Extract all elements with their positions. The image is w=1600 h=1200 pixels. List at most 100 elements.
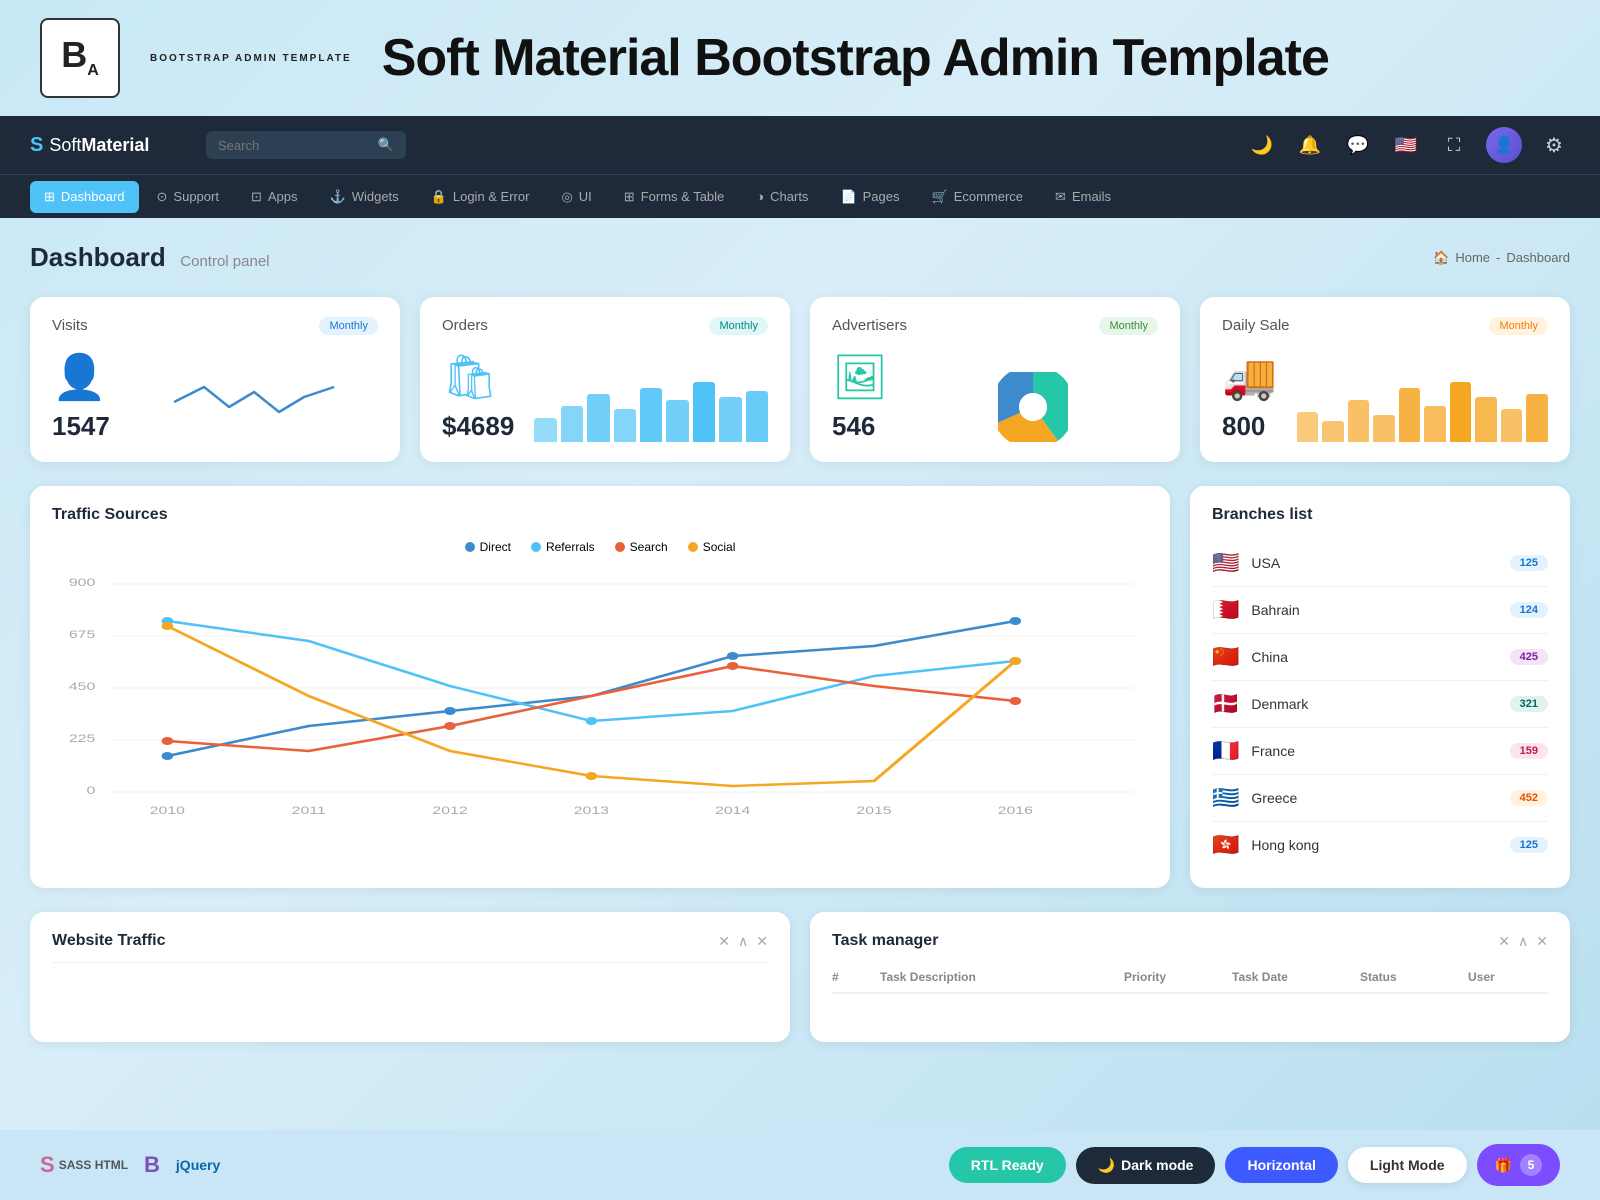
search-input[interactable]: [218, 138, 370, 153]
dark-mode-button[interactable]: 🌙 Dark mode: [1076, 1147, 1216, 1184]
branch-china: 🇨🇳 China 425: [1212, 634, 1548, 681]
branch-denmark: 🇩🇰 Denmark 321: [1212, 681, 1548, 728]
settings-icon[interactable]: ⚙: [1538, 129, 1570, 161]
nav-item-login[interactable]: 🔒 Login & Error: [417, 181, 544, 213]
stat-card-orders: Orders Monthly 🛍 $4689: [420, 297, 790, 462]
country-denmark: Denmark: [1251, 696, 1497, 712]
nav-item-forms[interactable]: ⊞ Forms & Table: [610, 181, 738, 213]
darkmode-icon[interactable]: 🌙: [1246, 129, 1278, 161]
stat-icon-advertisers: 🖼: [832, 351, 888, 403]
collapse-icon[interactable]: ✕: [718, 933, 730, 950]
breadcrumb: 🏠 Home - Dashboard: [1433, 250, 1570, 266]
traffic-chart: 900 675 450 225 0 2010 2011 2012 2013: [52, 566, 1148, 826]
svg-text:2010: 2010: [150, 804, 186, 816]
branch-hongkong: 🇭🇰 Hong kong 125: [1212, 822, 1548, 868]
nav-label-dashboard: Dashboard: [61, 189, 125, 204]
nav-item-pages[interactable]: 📄 Pages: [826, 181, 913, 213]
horizontal-button[interactable]: Horizontal: [1225, 1147, 1337, 1183]
expand-icon[interactable]: ∧: [738, 933, 748, 950]
fullscreen-icon[interactable]: ⛶: [1438, 129, 1470, 161]
language-icon[interactable]: 🇺🇸: [1390, 129, 1422, 161]
page-header: Dashboard Control panel 🏠 Home - Dashboa…: [30, 242, 1570, 273]
stat-label-orders: Orders: [442, 317, 488, 334]
rtl-ready-button[interactable]: RTL Ready: [949, 1147, 1066, 1183]
light-mode-button[interactable]: Light Mode: [1348, 1147, 1467, 1183]
svg-text:2013: 2013: [574, 804, 609, 816]
stats-grid: Visits Monthly 👤 1547 Orders Monthly: [30, 297, 1570, 462]
close-icon[interactable]: ✕: [756, 933, 768, 950]
flag-bahrain: 🇧🇭: [1212, 597, 1239, 623]
task-manager-title: Task manager: [832, 932, 938, 950]
page-title-area: Dashboard Control panel: [30, 242, 270, 273]
task-collapse-icon[interactable]: ✕: [1498, 933, 1510, 950]
gift-icon: 🎁: [1495, 1157, 1512, 1174]
nav-label-forms: Forms & Table: [641, 189, 725, 204]
main-content: Dashboard Control panel 🏠 Home - Dashboa…: [0, 218, 1600, 1066]
apps-icon: ⊡: [251, 189, 262, 205]
legend-dot-search: [615, 542, 625, 552]
pages-icon: 📄: [840, 189, 856, 205]
legend-dot-social: [688, 542, 698, 552]
stat-badge-visits: Monthly: [319, 317, 378, 335]
dailysale-bar-chart: [1297, 372, 1548, 442]
sass-icon: S: [40, 1152, 55, 1178]
moon-icon: 🌙: [1098, 1157, 1115, 1174]
nav-item-dashboard[interactable]: ⊞ Dashboard: [30, 181, 139, 213]
legend-social: Social: [688, 540, 736, 554]
svg-text:2014: 2014: [715, 804, 751, 816]
widget-grid: Website Traffic ✕ ∧ ✕ Task manager ✕ ∧ ✕: [30, 912, 1570, 1042]
country-usa: USA: [1251, 555, 1497, 571]
col-date: Task Date: [1232, 970, 1352, 984]
nav-label-ecommerce: Ecommerce: [954, 189, 1023, 204]
stat-icon-visits: 👤: [52, 351, 110, 403]
breadcrumb-current: Dashboard: [1506, 250, 1570, 265]
bootstrap-icon: B: [144, 1152, 160, 1178]
messages-icon[interactable]: 💬: [1342, 129, 1374, 161]
svg-text:225: 225: [69, 732, 95, 744]
nav-item-ecommerce[interactable]: 🛒 Ecommerce: [918, 181, 1038, 213]
badge-count: 5: [1520, 1154, 1542, 1176]
nav-item-widgets[interactable]: ⚓ Widgets: [316, 181, 413, 213]
website-traffic-controls: ✕ ∧ ✕: [718, 933, 768, 950]
footer-logos: S SASS HTML B jQuery: [40, 1152, 220, 1178]
stat-badge-orders: Monthly: [709, 317, 768, 335]
bootstrap-badge: B: [144, 1152, 160, 1178]
breadcrumb-home: Home: [1455, 250, 1490, 265]
notification-badge-button[interactable]: 🎁 5: [1477, 1144, 1560, 1186]
nav-item-emails[interactable]: ✉ Emails: [1041, 181, 1125, 213]
nav-label-pages: Pages: [863, 189, 900, 204]
nav-item-support[interactable]: ⊙ Support: [143, 181, 233, 213]
top-banner: BA BOOTSTRAP ADMIN TEMPLATE Soft Materia…: [0, 0, 1600, 116]
branch-france: 🇫🇷 France 159: [1212, 728, 1548, 775]
legend-search: Search: [615, 540, 668, 554]
task-close-icon[interactable]: ✕: [1536, 933, 1548, 950]
flag-greece: 🇬🇷: [1212, 785, 1239, 811]
forms-icon: ⊞: [624, 189, 635, 205]
orders-bar-chart: [534, 372, 768, 442]
nav-label-apps: Apps: [268, 189, 298, 204]
notifications-icon[interactable]: 🔔: [1294, 129, 1326, 161]
svg-text:450: 450: [69, 680, 96, 692]
nav-menu: ⊞ Dashboard ⊙ Support ⊡ Apps ⚓ Widgets 🔒…: [0, 174, 1600, 218]
stat-value-orders: $4689: [442, 411, 514, 442]
footer-bar: S SASS HTML B jQuery RTL Ready 🌙 Dark mo…: [0, 1130, 1600, 1200]
stat-card-advertisers: Advertisers Monthly 🖼 546: [810, 297, 1180, 462]
navbar: S SoftMaterial 🔍 🌙 🔔 💬 🇺🇸 ⛶ 👤 ⚙: [0, 116, 1600, 174]
task-expand-icon[interactable]: ∧: [1518, 933, 1528, 950]
website-traffic-header: Website Traffic ✕ ∧ ✕: [52, 932, 768, 950]
advertisers-pie: [908, 372, 1158, 442]
branches-title: Branches list: [1212, 506, 1548, 524]
page-title: Dashboard: [30, 242, 166, 272]
nav-label-ui: UI: [579, 189, 592, 204]
task-manager-header: Task manager ✕ ∧ ✕: [832, 932, 1548, 950]
dashboard-icon: ⊞: [44, 189, 55, 205]
nav-item-charts[interactable]: ◑ Charts: [742, 181, 822, 212]
nav-item-apps[interactable]: ⊡ Apps: [237, 181, 312, 213]
footer-buttons: RTL Ready 🌙 Dark mode Horizontal Light M…: [949, 1144, 1560, 1186]
stat-badge-advertisers: Monthly: [1099, 317, 1158, 335]
avatar[interactable]: 👤: [1486, 127, 1522, 163]
brand-icon: S: [30, 134, 43, 157]
stat-icon-orders: 🛍: [442, 351, 514, 403]
branch-count-china: 425: [1510, 649, 1548, 665]
nav-item-ui[interactable]: ◎ UI: [547, 181, 605, 213]
